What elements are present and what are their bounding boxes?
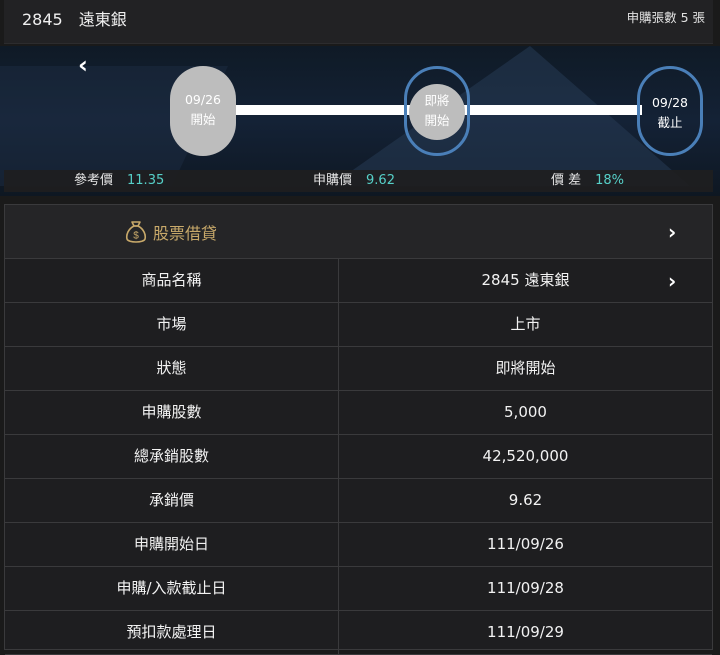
row-key: 預扣款處理日 bbox=[5, 611, 339, 654]
subscription-count: 申購張數 5 張 bbox=[626, 10, 705, 25]
timeline-end-label: 截止 bbox=[657, 115, 683, 130]
timeline-current-node: 即將 開始 bbox=[409, 84, 465, 140]
reference-price-label: 參考價 bbox=[74, 173, 114, 188]
timeline-end-date: 09/28 bbox=[651, 95, 689, 110]
table-row: 市場 上市 bbox=[5, 303, 712, 347]
chevron-right-icon: › bbox=[668, 220, 677, 244]
price-spread: 價 差 18% bbox=[551, 170, 624, 192]
table-row: 申購股數 5,000 bbox=[5, 391, 712, 435]
row-value: 9.62 bbox=[508, 491, 543, 509]
table-row: 狀態 即將開始 bbox=[5, 347, 712, 391]
table-row: 總承銷股數 42,520,000 bbox=[5, 435, 712, 479]
row-key: 市場 bbox=[5, 303, 339, 346]
table-row[interactable]: 商品名稱 2845 遠東銀 › bbox=[5, 259, 712, 303]
row-value: 上市 bbox=[510, 315, 541, 333]
row-key: 申購股數 bbox=[5, 391, 339, 434]
chevron-right-icon: › bbox=[668, 269, 677, 293]
price-spread-label: 價 差 bbox=[551, 173, 582, 188]
row-key: 申購/入款截止日 bbox=[5, 567, 339, 610]
reference-price: 參考價 11.35 bbox=[74, 170, 164, 192]
row-value: 111/09/28 bbox=[487, 579, 564, 597]
table-row: 申購/入款截止日 111/09/28 bbox=[5, 567, 712, 611]
row-value: 42,520,000 bbox=[482, 447, 569, 465]
row-value: 2845 遠東銀 bbox=[481, 271, 570, 289]
svg-text:$: $ bbox=[133, 231, 139, 242]
table-row: 承銷價 9.62 bbox=[5, 479, 712, 523]
timeline-start-node: 09/26 開始 bbox=[170, 66, 236, 156]
timeline-end-node: 09/28 截止 bbox=[637, 66, 703, 156]
money-bag-icon: $ bbox=[125, 221, 147, 243]
background-shape bbox=[330, 46, 690, 186]
page-title: 2845 遠東銀 bbox=[22, 10, 127, 29]
row-key: 狀態 bbox=[5, 347, 339, 390]
subscription-price-value: 9.62 bbox=[366, 173, 395, 188]
timeline-start-label: 開始 bbox=[190, 112, 216, 127]
subscription-price-label: 申購價 bbox=[313, 173, 353, 188]
stock-lending-label: 股票借貸 bbox=[153, 224, 218, 243]
row-key: 申購開始日 bbox=[5, 523, 339, 566]
price-bar: 參考價 11.35 申購價 9.62 價 差 18% bbox=[4, 170, 713, 192]
stock-lending-row[interactable]: $ 股票借貸 › bbox=[5, 205, 712, 259]
top-bar: 2845 遠東銀 申購張數 5 張 bbox=[4, 0, 713, 44]
row-value: 5,000 bbox=[504, 403, 547, 421]
row-value: 111/09/26 bbox=[487, 535, 564, 553]
row-key: 總承銷股數 bbox=[5, 435, 339, 478]
subscription-price: 申購價 9.62 bbox=[313, 170, 395, 192]
row-key: 商品名稱 bbox=[5, 259, 339, 302]
timeline-current-line1: 即將 bbox=[424, 93, 450, 108]
timeline-current-line2: 開始 bbox=[424, 113, 450, 128]
price-spread-value: 18% bbox=[595, 173, 625, 188]
row-key: 承銷價 bbox=[5, 479, 339, 522]
detail-table: $ 股票借貸 › 商品名稱 2845 遠東銀 › 市場 上市 狀態 即將開始 申… bbox=[4, 204, 713, 655]
table-row: 預扣款處理日 111/09/29 bbox=[5, 611, 712, 655]
row-value: 即將開始 bbox=[495, 359, 556, 377]
reference-price-value: 11.35 bbox=[127, 173, 165, 188]
chevron-left-icon[interactable]: ‹ bbox=[70, 52, 96, 78]
row-value: 111/09/29 bbox=[487, 623, 564, 641]
table-row: 申購開始日 111/09/26 bbox=[5, 523, 712, 567]
timeline-start-date: 09/26 bbox=[184, 92, 222, 107]
